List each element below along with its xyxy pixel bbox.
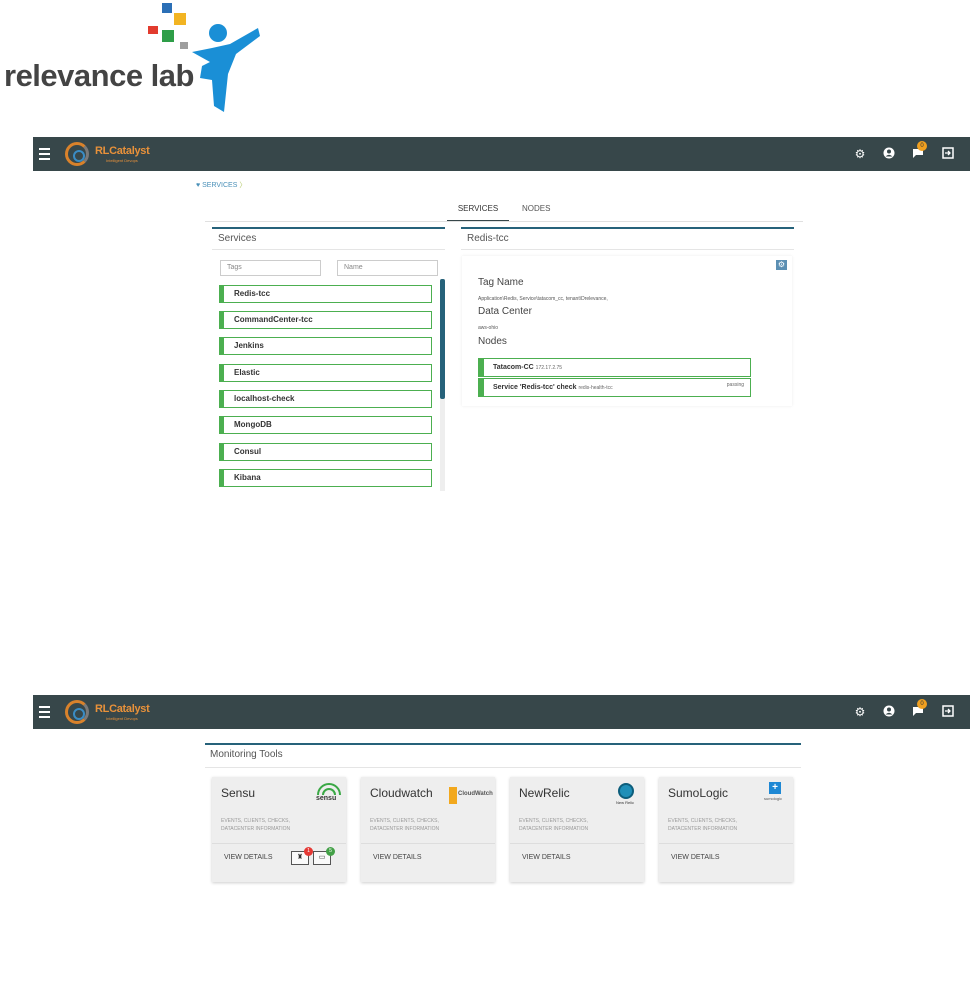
alert-count-badge: 1 [304,847,313,856]
clients-button[interactable]: ▭ 5 [313,847,335,865]
panel-divider [212,249,445,250]
tool-card-sensu: Sensu sensu EVENTS, CLIENTS, CHECKS, DAT… [212,777,346,882]
sumologic-logo-icon: + [769,782,781,794]
newrelic-logo-text: New Relic [616,800,635,805]
card-title: Sensu [221,786,256,800]
folder-icon: ▭ [318,854,326,861]
menu-icon[interactable] [39,148,50,160]
monitoring-divider [205,767,801,768]
card-separator [212,843,346,844]
card-title: SumoLogic [668,786,729,800]
check-id: redis-health-tcc [578,385,613,391]
node-item[interactable]: Tatacom-CC 172.17.2.75 [478,358,751,377]
chevron-right-icon: 〉 [239,182,247,189]
card-description: EVENTS, CLIENTS, CHECKS, DATACENTER INFO… [668,818,738,832]
tab-nodes[interactable]: NODES [522,200,550,220]
view-details-button[interactable]: VIEW DETAILS [373,854,422,861]
notification-icon[interactable]: 0 [911,699,927,719]
tag-name-label: Tag Name [478,277,524,288]
datacenter-label: Data Center [478,306,532,317]
card-description: EVENTS, CLIENTS, CHECKS, DATACENTER INFO… [519,818,589,832]
top-navbar: RLCatalyst Intelligent Devops ⚙ 0 [33,137,970,171]
service-item[interactable]: MongoDB [219,416,432,434]
ok-count-badge: 5 [326,847,335,856]
tabs-divider [205,221,803,222]
card-title: NewRelic [519,786,570,800]
logout-icon[interactable] [941,705,955,719]
check-label: Service 'Redis-tcc' check [493,384,577,391]
card-separator [361,843,495,844]
logout-icon[interactable] [941,147,955,161]
catalyst-logo-icon [65,142,89,166]
monitoring-tools-title: Monitoring Tools [205,743,801,767]
user-icon[interactable] [882,147,896,161]
service-item[interactable]: Kibana [219,469,432,487]
settings-icon[interactable]: ⚙ [853,705,867,719]
card-separator [510,843,644,844]
catalyst-logo-icon [65,700,89,724]
logo-square-green [162,30,174,42]
check-status: passing [726,382,744,388]
view-details-button[interactable]: VIEW DETAILS [522,854,571,861]
node-ip: 172.17.2.75 [535,365,563,371]
logo-square-blue [162,3,172,13]
card-separator [659,843,793,844]
node-name: Tatacom-CC [493,364,534,371]
notification-icon[interactable]: 0 [911,141,927,161]
card-title: Cloudwatch [370,786,433,800]
notification-badge: 0 [917,699,927,709]
settings-icon[interactable]: ⚙ [776,260,787,270]
logo-square-red [148,26,158,34]
alert-button[interactable]: ♜ 1 [291,847,313,865]
brand-subtitle: Intelligent Devops [106,716,138,721]
nodes-label: Nodes [478,336,507,347]
service-item[interactable]: CommandCenter-tcc [219,311,432,329]
logo-square-yellow [174,13,186,25]
view-details-button[interactable]: VIEW DETAILS [671,854,720,861]
brand-subtitle: Intelligent Devops [106,158,138,163]
view-details-button[interactable]: VIEW DETAILS [224,854,273,861]
sensu-logo-icon [317,783,341,796]
brand-name: RLCatalyst [95,703,150,715]
service-item[interactable]: Consul [219,443,432,461]
services-panel-title: Services [212,227,445,247]
service-item[interactable]: Jenkins [219,337,432,355]
cloudwatch-logo-text: CloudWatch [458,791,493,797]
service-item[interactable]: Redis-tcc [219,285,432,303]
newrelic-logo-icon [618,783,634,799]
service-item[interactable]: Elastic [219,364,432,382]
logo-square-gray [180,42,188,49]
menu-icon[interactable] [39,706,50,718]
brand-name: RLCatalyst [95,145,150,157]
bell-icon: ♜ [296,854,304,861]
breadcrumb-services[interactable]: SERVICES [202,182,237,189]
tool-card-sumologic: SumoLogic + sumologic EVENTS, CLIENTS, C… [659,777,793,882]
tool-card-cloudwatch: Cloudwatch CloudWatch EVENTS, CLIENTS, C… [361,777,495,882]
sensu-logo-text: sensu [316,795,337,802]
scrollbar-thumb[interactable] [440,279,445,399]
tags-filter-input[interactable]: Tags [220,260,321,276]
bottom-navbar: RLCatalyst Intelligent Devops ⚙ 0 [33,695,970,729]
logo-figure-icon [192,24,260,112]
notification-badge: 0 [917,141,927,151]
check-item[interactable]: Service 'Redis-tcc' check redis-health-t… [478,378,751,397]
card-description: EVENTS, CLIENTS, CHECKS, DATACENTER INFO… [370,818,440,832]
settings-icon[interactable]: ⚙ [853,147,867,161]
tool-card-newrelic: NewRelic New Relic EVENTS, CLIENTS, CHEC… [510,777,644,882]
detail-divider [461,249,794,250]
cloudwatch-logo-icon [449,787,457,804]
logo-text: relevance lab [4,58,194,93]
service-item[interactable]: localhost-check [219,390,432,408]
user-icon[interactable] [882,705,896,719]
breadcrumb[interactable]: ♥ SERVICES 〉 [196,180,246,190]
service-detail-title: Redis-tcc [461,227,794,247]
card-description: EVENTS, CLIENTS, CHECKS, DATACENTER INFO… [221,818,291,832]
datacenter-value: aws-ohio [478,325,499,331]
tag-name-value: Application\Redis, Service\tatacom_cc, t… [478,296,608,302]
heart-icon: ♥ [196,182,201,189]
tab-services[interactable]: SERVICES [447,200,509,222]
name-filter-input[interactable]: Name [337,260,438,276]
sumologic-logo-text: sumologic [764,796,783,801]
